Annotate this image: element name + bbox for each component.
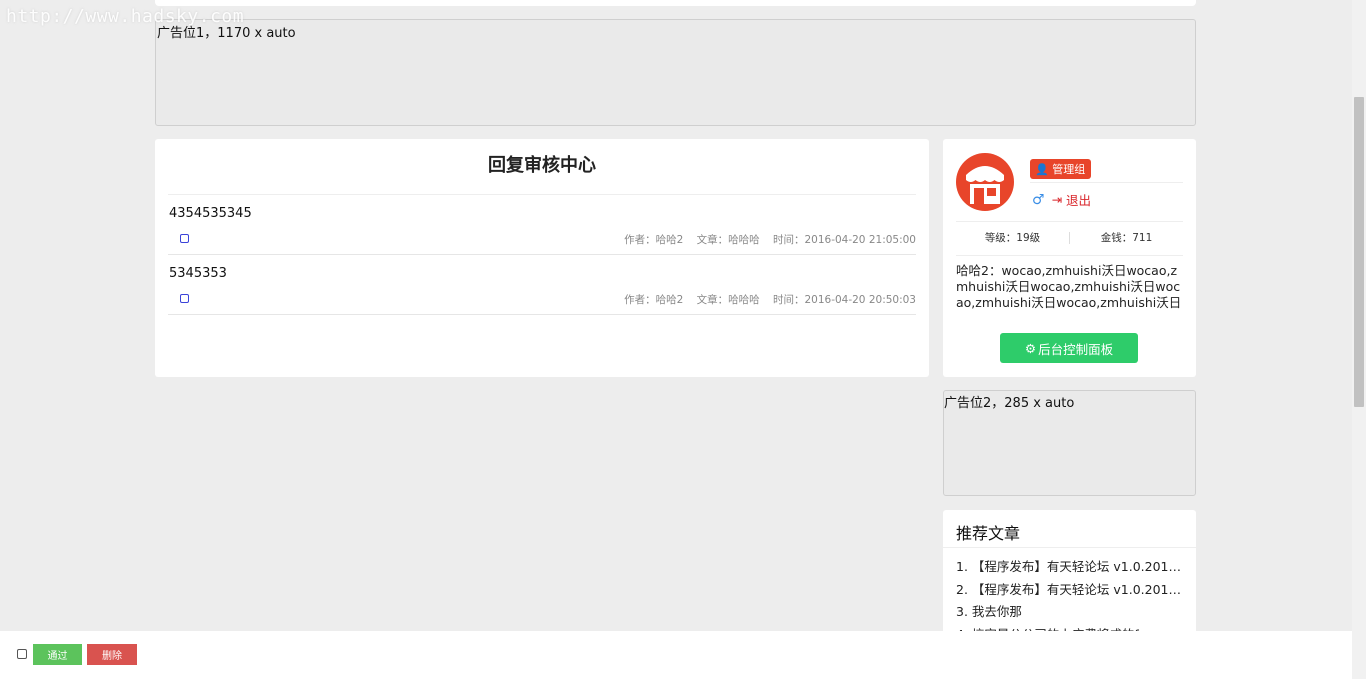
reply-time: 时间：2016-04-20 21:05:00 [772,234,916,246]
reply-select-checkbox[interactable] [180,294,189,303]
reply-content: 5345353 [169,266,227,281]
delete-button[interactable]: 删除 [87,644,137,665]
batch-action-bar: 通过 删除 [0,631,1352,679]
reply-author: 作者：哈哈2 [624,234,684,246]
reply-content: 4354535345 [169,206,252,221]
logout-icon[interactable]: ⇥ [1052,192,1062,207]
avatar[interactable] [956,153,1014,211]
ad-slot-2-label: 广告位2，285 x auto [944,396,1075,411]
scrollbar-thumb[interactable] [1354,97,1364,407]
male-icon: ♂ [1032,191,1045,208]
user-money: 金钱：711 [1100,232,1153,244]
role-badge-label: 管理组 [1052,163,1086,176]
recommended-item[interactable]: 3. 我去你那 [956,601,1183,624]
recommended-item[interactable]: 2. 【程序发布】有天轻论坛 v1.0.2015... [956,579,1183,602]
reply-article: 文章：哈哈哈 [696,294,760,306]
recommended-item[interactable]: 1. 【程序发布】有天轻论坛 v1.0.2015... [956,556,1183,579]
user-card: 👤 管理组 ♂ ⇥ 退出 等级：19级 金钱：711 哈哈2：wocao,zmh… [943,139,1196,377]
user-stats: 等级：19级 金钱：711 [956,230,1183,248]
approve-button[interactable]: 通过 [33,644,82,665]
page-title: 回复审核中心 [168,139,916,195]
reply-meta: 作者：哈哈2 文章：哈哈哈 时间：2016-04-20 20:50:03 [614,292,916,307]
reply-author: 作者：哈哈2 [624,294,684,306]
select-all-checkbox[interactable] [17,649,27,659]
role-badge: 👤 管理组 [1030,159,1092,179]
reply-review-panel: 回复审核中心 4354535345 作者：哈哈2 文章：哈哈哈 时间：2016-… [155,139,929,377]
page-scrollbar[interactable] [1352,0,1366,679]
gears-icon: ⚙ [1024,340,1037,356]
divider [956,221,1183,222]
top-strip [155,0,1196,6]
ad-slot-2: 广告位2，285 x auto [943,390,1196,496]
reply-article: 文章：哈哈哈 [696,234,760,246]
reply-time: 时间：2016-04-20 20:50:03 [772,294,916,306]
site-watermark: http://www.hadsky.com [6,6,245,27]
user-signature: 哈哈2：wocao,zmhuishi沃日wocao,zmhuishi沃日woca… [956,263,1182,310]
recommended-title: 推荐文章 [943,510,1196,548]
ad-slot-1: 广告位1，1170 x auto [155,19,1196,126]
reply-item: 4354535345 作者：哈哈2 文章：哈哈哈 时间：2016-04-20 2… [168,195,916,255]
reply-select-checkbox[interactable] [180,234,189,243]
divider [1030,182,1183,183]
logout-link[interactable]: 退出 [1066,190,1091,209]
ad-slot-1-label: 广告位1，1170 x auto [157,26,296,41]
user-icon: 👤 [1035,163,1049,176]
user-actions: ♂ ⇥ 退出 [1032,190,1091,209]
divider [956,255,1183,256]
reply-meta: 作者：哈哈2 文章：哈哈哈 时间：2016-04-20 21:05:00 [614,232,916,247]
admin-panel-label: 后台控制面板 [1038,341,1114,357]
user-level: 等级：19级 [984,232,1041,244]
reply-item: 5345353 作者：哈哈2 文章：哈哈哈 时间：2016-04-20 20:5… [168,255,916,315]
admin-panel-button[interactable]: ⚙ 后台控制面板 [1000,333,1138,363]
